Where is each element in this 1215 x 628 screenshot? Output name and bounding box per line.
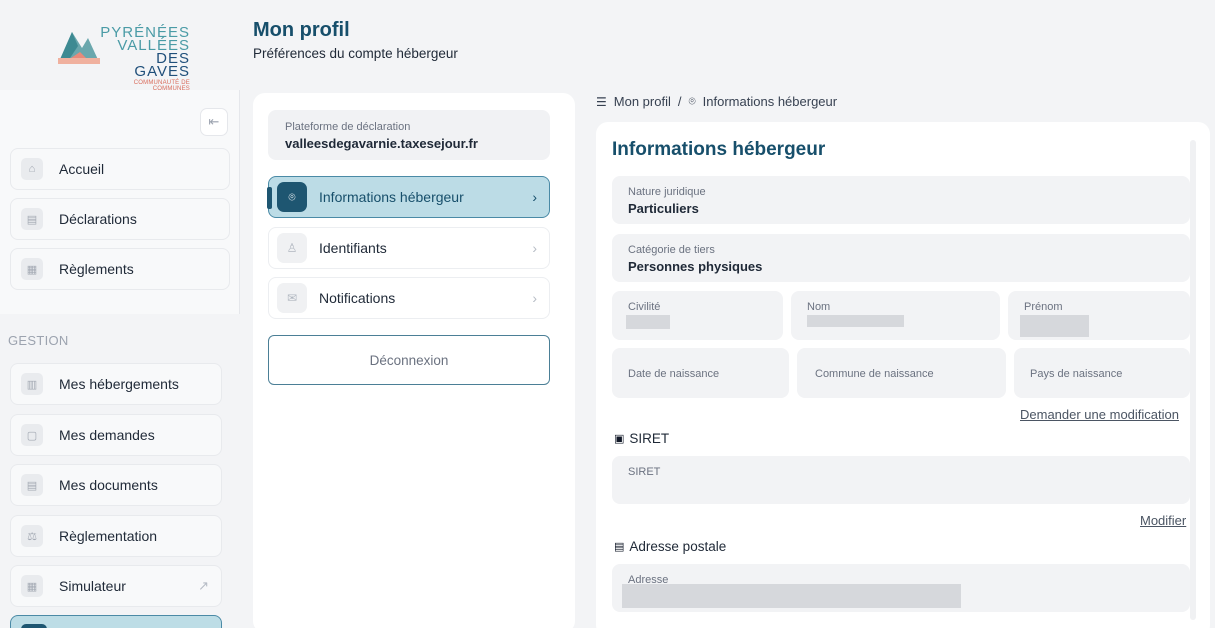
field-label: Date de naissance [628,368,720,380]
building-icon: ▥ [21,373,43,395]
adresse-heading: ▤ Adresse postale [614,539,726,554]
adresse-heading-label: Adresse postale [629,539,727,554]
field-label: Prénom [1024,301,1063,313]
breadcrumb: ☰ Mon profil / ⌾ Informations hébergeur [596,94,837,109]
logo-mountain-icon [58,32,100,64]
sidebar-item-label: Règlementation [59,528,158,544]
field-label: Pays de naissance [1030,368,1123,380]
field-label: SIRET [628,466,661,478]
menu-item-notifications[interactable]: ✉ Notifications › [268,277,550,319]
page-subtitle: Préférences du compte hébergeur [253,46,458,61]
sidebar-item-reglementation[interactable]: ⚖ Règlementation [10,515,222,557]
sidebar-item-label: Accueil [59,161,105,177]
field-prenom: Prénom [1008,291,1190,340]
section-title: Informations hébergeur [612,139,826,160]
redacted-value [1020,315,1089,337]
field-label: Nature juridique [628,186,706,198]
field-adresse: Adresse [612,564,1190,612]
collapse-sidebar-button[interactable]: ⇤ [200,108,228,136]
profile-menu-card: Plateforme de déclaration valleesdegavar… [253,93,575,628]
sidebar-item-label: Mes documents [59,477,158,493]
id-card-icon: ▤ [614,541,625,553]
platform-value: valleesdegavarnie.taxesejour.fr [285,136,478,151]
field-civilite: Civilité [612,291,783,340]
scrollbar[interactable] [1190,140,1196,620]
mail-icon: ✉ [277,283,307,313]
brand-line-3: DES GAVES [134,50,190,80]
menu-item-label: Notifications [319,290,396,306]
home-icon: ⌂ [21,158,43,180]
breadcrumb-root[interactable]: Mon profil [614,94,671,109]
field-siret: SIRET [612,456,1190,504]
siret-heading-label: SIRET [629,431,670,446]
sidebar-item-label: Mes demandes [59,427,155,443]
sidebar-item-simulateur[interactable]: ▦ Simulateur ↗ [10,565,222,607]
modifier-link[interactable]: Modifier [1140,513,1186,528]
platform-box: Plateforme de déclaration valleesdegavar… [268,110,550,160]
sidebar-item-label: Simulateur [59,578,126,594]
field-value: Particuliers [628,201,699,216]
menu-item-label: Informations hébergeur [319,189,464,205]
sidebar-item-label: Règlements [59,261,134,277]
redacted-value [626,315,670,329]
collapse-left-icon: ⇤ [208,114,220,129]
brand-logo[interactable]: PYRÉNÉES VALLÉES DES GAVES COMMUNAUTÉ DE… [0,0,240,92]
field-label: Commune de naissance [815,368,934,380]
scale-icon: ⚖ [21,525,43,547]
menu-item-label: Identifiants [319,240,387,256]
field-label: Nom [807,301,831,313]
field-commune-naissance: Commune de naissance [797,348,1006,398]
active-marker [267,187,272,209]
receipt-icon: ▦ [21,258,43,280]
settings-sliders-icon: ☰ [596,94,607,109]
sidebar-item-demandes[interactable]: ▢ Mes demandes [10,414,222,456]
face-scan-icon: ⌾ [688,94,696,108]
redacted-value [807,315,904,327]
field-pays-naissance: Pays de naissance [1014,348,1190,398]
sidebar-item-label: Déclarations [59,211,137,227]
field-nom: Nom [791,291,1000,340]
chevron-right-icon: › [532,240,537,256]
sidebar-item-active[interactable] [10,615,222,628]
sidebar-item-label: Mes hébergements [59,376,179,392]
logout-button[interactable]: Déconnexion [268,335,550,385]
field-nature-juridique: Nature juridique Particuliers [612,176,1190,224]
informations-card: Informations hébergeur Nature juridique … [596,122,1210,628]
sidebar-active-icon [21,624,47,628]
siret-heading: ▣ SIRET [614,431,669,446]
external-link-icon: ↗ [198,578,209,593]
clipboard-icon: ▣ [614,433,625,445]
breadcrumb-current: Informations hébergeur [702,94,838,109]
face-scan-icon: ⌾ [277,182,307,212]
chevron-right-icon: › [532,290,537,306]
redacted-value [622,584,961,608]
field-date-naissance: Date de naissance [612,348,789,398]
page-title: Mon profil [253,19,350,41]
user-lock-icon: ♙ [277,233,307,263]
sidebar-item-documents[interactable]: ▤ Mes documents [10,464,222,506]
breadcrumb-separator: / [677,94,682,109]
demander-modification-link[interactable]: Demander une modification [1020,407,1179,422]
field-categorie-tiers: Catégorie de tiers Personnes physiques [612,234,1190,282]
field-label: Catégorie de tiers [628,244,715,256]
sidebar-item-declarations[interactable]: ▤ Déclarations [10,198,230,240]
sidebar-item-hebergements[interactable]: ▥ Mes hébergements [10,363,222,405]
file-icon: ▤ [21,474,43,496]
menu-item-informations[interactable]: ⌾ Informations hébergeur › [267,176,550,218]
field-value: Personnes physiques [628,259,763,274]
document-icon: ▤ [21,208,43,230]
menu-item-identifiants[interactable]: ♙ Identifiants › [268,227,550,269]
platform-label: Plateforme de déclaration [285,121,411,133]
chevron-right-icon: › [532,189,537,205]
sidebar-item-reglements[interactable]: ▦ Règlements [10,248,230,290]
calculator-icon: ▦ [21,575,43,597]
sidebar-section-gestion: GESTION [8,333,69,348]
sidebar-item-accueil[interactable]: ⌂ Accueil [10,148,230,190]
sidebar: PYRÉNÉES VALLÉES DES GAVES COMMUNAUTÉ DE… [0,0,240,628]
field-label: Civilité [628,301,661,313]
chat-icon: ▢ [21,424,43,446]
